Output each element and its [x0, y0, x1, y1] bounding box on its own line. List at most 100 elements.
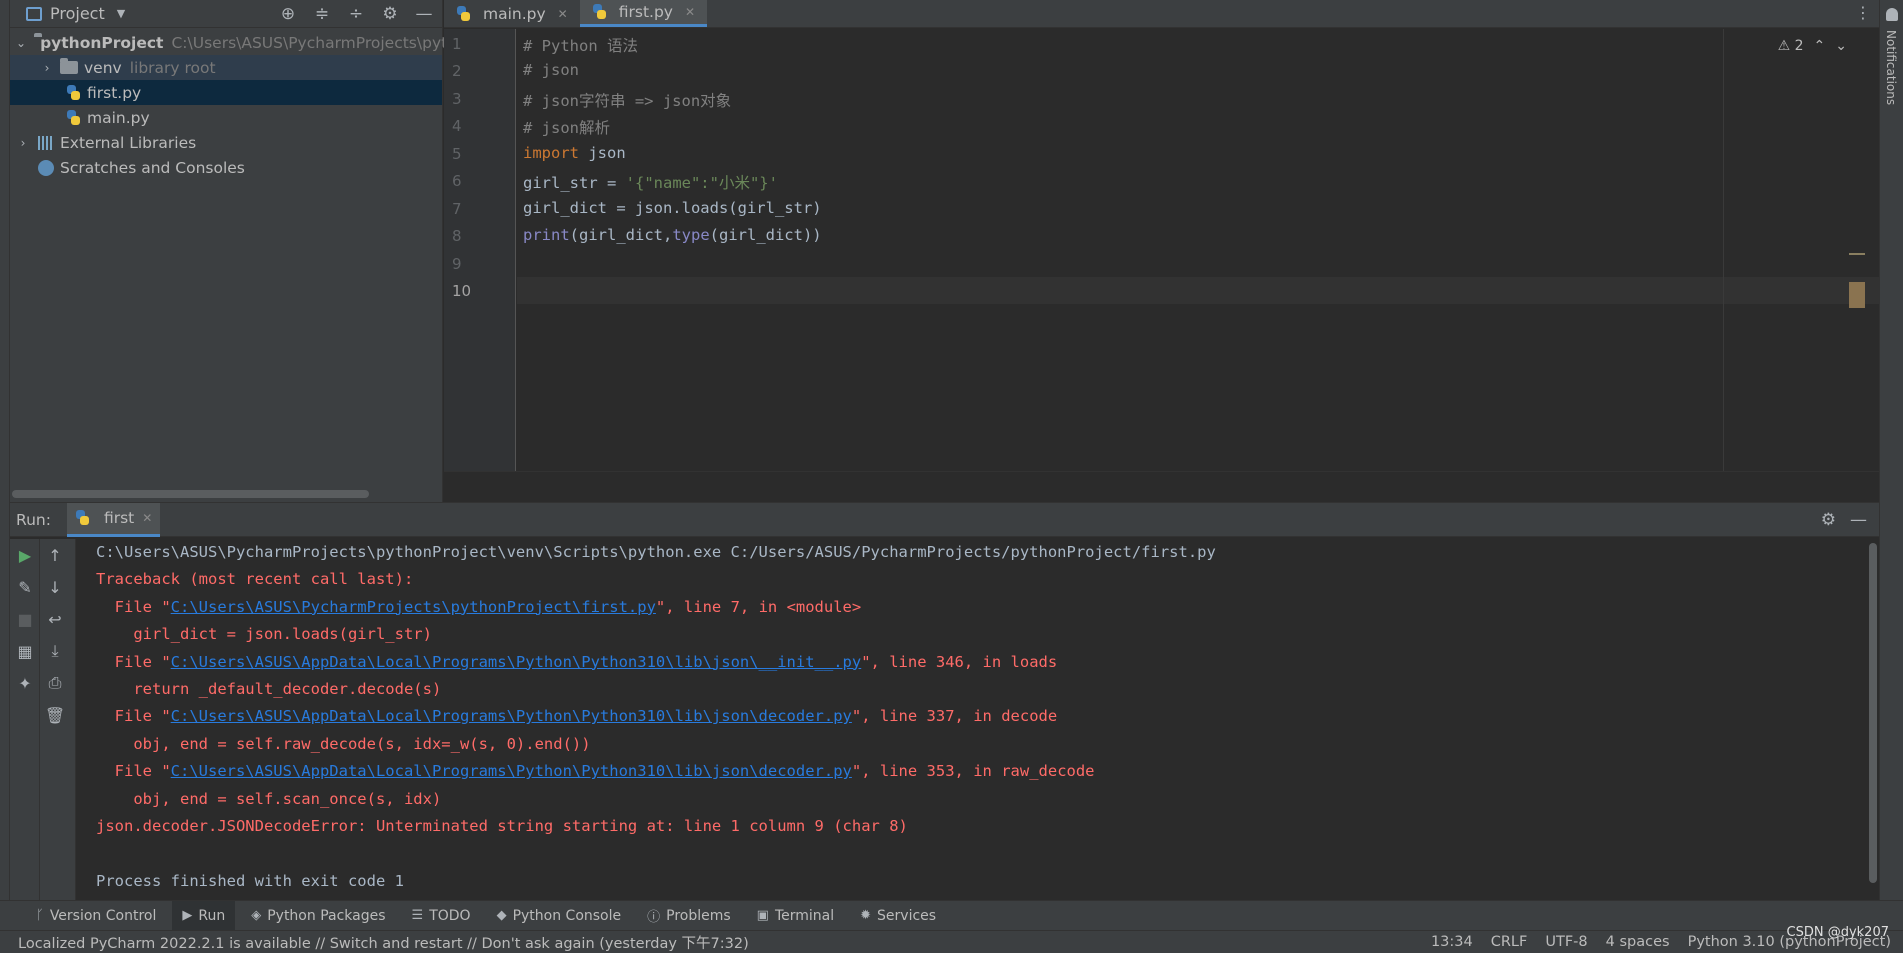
rerun-icon[interactable]: ▶: [10, 539, 40, 571]
chevron-right-icon[interactable]: ›: [16, 136, 30, 150]
tree-item-main-py[interactable]: main.py: [10, 105, 442, 130]
arrow-up-icon[interactable]: ↑: [40, 539, 70, 571]
close-icon[interactable]: ✕: [558, 7, 568, 21]
tab-label: Python Packages: [267, 907, 386, 924]
project-tree: ⌄ pythonProject C:\Users\ASUS\PycharmPro…: [10, 28, 447, 180]
soft-wrap-icon[interactable]: ↩: [40, 603, 70, 635]
tab-main-py[interactable]: main.py ✕: [444, 0, 580, 27]
tab-run[interactable]: ▶ Run: [172, 900, 236, 931]
code-line: import json: [523, 144, 626, 162]
collapse-all-icon[interactable]: ÷: [346, 4, 366, 24]
warning-indicator[interactable]: ⚠ 2: [1778, 38, 1804, 54]
python-file-icon: [456, 5, 471, 22]
console-line: File "C:\Users\ASUS\AppData\Local\Progra…: [96, 758, 1865, 785]
chevron-right-icon[interactable]: ›: [40, 61, 54, 75]
bottom-tool-tabs: ᚴ Version Control ▶ Run ◈ Python Packages ☰…: [0, 900, 1903, 931]
file-encoding[interactable]: UTF-8: [1545, 934, 1587, 950]
console-vertical-scrollbar[interactable]: [1869, 543, 1877, 883]
notifications-tab[interactable]: Notifications: [1884, 30, 1898, 105]
pin-icon[interactable]: ✦: [10, 667, 40, 699]
project-view-icon: [26, 6, 42, 21]
layout-icon[interactable]: ▦: [10, 635, 40, 667]
code-line: # Python 语法: [523, 37, 638, 55]
root-path: C:\Users\ASUS\PycharmProjects\pyt: [171, 33, 448, 52]
tab-label: Services: [877, 907, 937, 924]
minimize-icon[interactable]: —: [414, 4, 434, 24]
close-icon[interactable]: ✕: [685, 5, 695, 19]
project-panel: Project ▼ ⊕ ≑ ÷ ⚙ — ⌄ pythonProject C:\U…: [10, 0, 447, 502]
line-number: 7: [452, 200, 462, 218]
tab-label: Problems: [666, 907, 731, 924]
scroll-to-end-icon[interactable]: ⤓: [40, 635, 70, 667]
tree-item-external-libraries[interactable]: › External Libraries: [10, 130, 442, 155]
watermark: CSDN @dyk207: [1786, 925, 1889, 940]
tab-terminal[interactable]: ▣ Terminal: [747, 901, 844, 931]
minimize-icon[interactable]: —: [1850, 510, 1867, 530]
tab-label: Run: [198, 907, 226, 924]
file-link[interactable]: C:\Users\ASUS\PycharmProjects\pythonProj…: [171, 598, 656, 616]
console-text: ", line 7, in <module>: [655, 597, 862, 616]
console-line: obj, end = self.raw_decode(s, idx=_w(s, …: [96, 734, 591, 753]
tree-item-venv[interactable]: › venv library root: [10, 55, 442, 80]
venv-label: venv: [84, 58, 122, 77]
tab-label: TODO: [429, 907, 471, 924]
line-number: 9: [452, 255, 462, 273]
tree-item-first-py[interactable]: first.py: [10, 80, 442, 105]
line-number: 8: [452, 227, 462, 245]
tree-item-root[interactable]: ⌄ pythonProject C:\Users\ASUS\PycharmPro…: [10, 30, 447, 55]
console-line: Traceback (most recent call last):: [96, 570, 414, 589]
status-message[interactable]: Localized PyCharm 2022.2.1 is available …: [18, 932, 749, 953]
inspection-widget[interactable]: ⚠ 2 ⌃ ⌄: [1778, 38, 1847, 54]
tab-python-console[interactable]: ◆ Python Console: [487, 901, 632, 931]
project-panel-title[interactable]: Project: [50, 4, 105, 23]
bell-icon[interactable]: [1886, 8, 1898, 21]
chevron-down-icon[interactable]: ▼: [117, 7, 125, 20]
chevron-up-icon[interactable]: ⌃: [1814, 38, 1826, 54]
horizontal-scrollbar[interactable]: [12, 490, 369, 498]
tab-todo[interactable]: ☰ TODO: [402, 901, 481, 931]
line-number: 2: [452, 62, 462, 80]
stop-icon[interactable]: ■: [10, 603, 40, 635]
tab-label: main.py: [483, 4, 546, 23]
line-separator[interactable]: CRLF: [1491, 934, 1528, 950]
tab-label: Python Console: [512, 907, 622, 924]
code-text: girl_str =: [523, 174, 626, 192]
arrow-down-icon[interactable]: ↓: [40, 571, 70, 603]
keyword: import: [523, 144, 579, 162]
print-icon[interactable]: ⎙: [40, 667, 70, 699]
console-output[interactable]: C:\Users\ASUS\PycharmProjects\pythonProj…: [96, 539, 1865, 901]
chevron-down-icon[interactable]: ⌄: [1835, 38, 1847, 54]
chevron-down-icon[interactable]: ⌄: [16, 36, 26, 50]
file-link[interactable]: C:\Users\ASUS\AppData\Local\Programs\Pyt…: [171, 653, 862, 671]
close-icon[interactable]: ✕: [142, 511, 152, 525]
gear-icon[interactable]: ⚙: [1821, 510, 1836, 530]
wrench-icon[interactable]: ✎: [10, 571, 40, 603]
more-options-icon[interactable]: ⋮: [1855, 3, 1871, 22]
tab-services[interactable]: ✹ Services: [850, 901, 946, 931]
tab-version-control[interactable]: ᚴ Version Control: [26, 901, 166, 931]
warning-count: 2: [1794, 38, 1804, 54]
play-icon: ▶: [182, 908, 193, 923]
scratches-icon: [38, 159, 54, 176]
tab-python-packages[interactable]: ◈ Python Packages: [241, 901, 395, 931]
run-tab-first[interactable]: first ✕: [66, 502, 161, 537]
tab-first-py[interactable]: first.py ✕: [579, 0, 708, 27]
code-line: # json解析: [523, 119, 610, 137]
locate-icon[interactable]: ⊕: [278, 4, 298, 24]
tab-problems[interactable]: ⓘ Problems: [637, 901, 741, 931]
file-link[interactable]: C:\Users\ASUS\AppData\Local\Programs\Pyt…: [171, 707, 852, 725]
console-line: File "C:\Users\ASUS\AppData\Local\Progra…: [96, 649, 1865, 676]
tree-item-scratches[interactable]: Scratches and Consoles: [10, 155, 442, 180]
file-link[interactable]: C:\Users\ASUS\AppData\Local\Programs\Pyt…: [171, 762, 852, 780]
indent-setting[interactable]: 4 spaces: [1606, 934, 1670, 950]
scratches-label: Scratches and Consoles: [60, 158, 245, 177]
info-icon: ⓘ: [647, 910, 661, 925]
gear-icon[interactable]: ⚙: [380, 4, 400, 24]
expand-all-icon[interactable]: ≑: [312, 4, 332, 24]
code-line: # json字符串 => json对象: [523, 92, 732, 110]
console-text: File ": [96, 762, 171, 781]
root-name: pythonProject: [40, 33, 164, 52]
trash-icon[interactable]: 🗑: [40, 699, 70, 731]
caret-position[interactable]: 13:34: [1431, 934, 1473, 950]
